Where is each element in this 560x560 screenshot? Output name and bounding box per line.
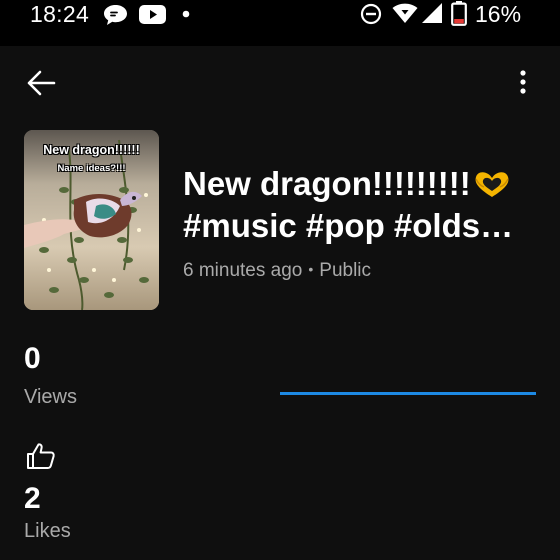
video-title: New dragon!!!!!!!!! #music #pop #olds… bbox=[183, 163, 543, 247]
heart-hands-emoji-icon bbox=[475, 172, 509, 197]
battery-icon bbox=[451, 1, 467, 26]
back-arrow-icon[interactable] bbox=[26, 69, 56, 97]
views-count: 0 bbox=[24, 342, 41, 375]
video-title-line-2: #music #pop #olds… bbox=[183, 207, 514, 244]
video-title-line-1: New dragon!!!!!!!!! bbox=[183, 163, 543, 205]
video-meta: 6 minutes ago • Public bbox=[183, 257, 371, 283]
wifi-icon bbox=[392, 3, 418, 23]
visibility-status: Public bbox=[319, 260, 372, 281]
battery-percent: 16% bbox=[475, 1, 522, 27]
do-not-disturb-icon bbox=[360, 3, 382, 25]
status-time: 18:24 bbox=[30, 1, 90, 27]
views-progress-bar bbox=[280, 392, 536, 395]
views-progress-fill bbox=[280, 392, 536, 395]
thumbnail-caption-subtitle: Name ideas?!!! bbox=[57, 163, 126, 174]
thumbnail-caption-title: New dragon!!!!!! bbox=[43, 143, 140, 157]
views-label: Views bbox=[24, 386, 77, 408]
video-thumbnail[interactable]: New dragon!!!!!! Name ideas?!!! bbox=[24, 130, 159, 310]
dot-icon bbox=[182, 10, 190, 18]
status-bar: 18:24 16% bbox=[0, 0, 560, 46]
likes-count: 2 bbox=[24, 482, 41, 515]
meta-separator: • bbox=[308, 261, 314, 277]
likes-label: Likes bbox=[24, 520, 71, 542]
thumbs-up-icon bbox=[27, 443, 55, 469]
more-options-icon[interactable] bbox=[517, 69, 529, 95]
posted-time: 6 minutes ago bbox=[183, 260, 303, 281]
chat-bubble-icon bbox=[104, 5, 127, 25]
signal-icon bbox=[422, 3, 442, 23]
video-title-text-1: New dragon!!!!!!!!! bbox=[183, 165, 471, 202]
youtube-icon bbox=[139, 5, 166, 24]
